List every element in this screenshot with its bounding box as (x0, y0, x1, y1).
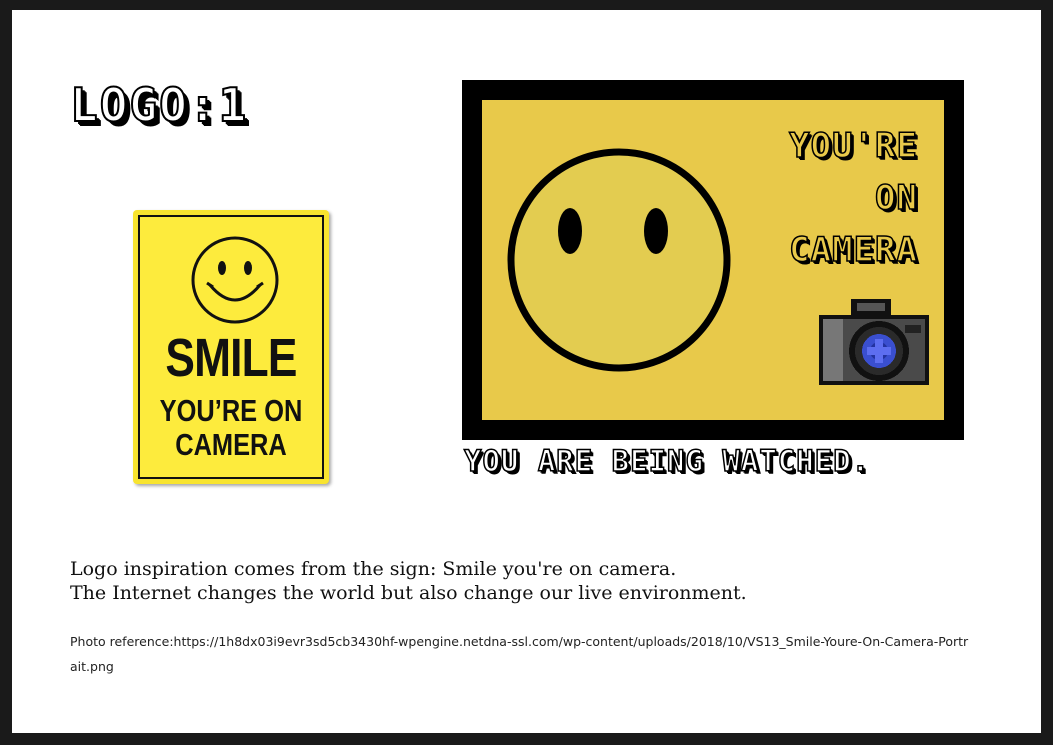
logo-tagline: YOU ARE BEING WATCHED. (463, 443, 871, 479)
photo-reference: Photo reference:https://1h8dx03i9evr3sd5… (70, 634, 969, 674)
smiley-icon (191, 236, 279, 324)
logo-word-on: ON (874, 177, 918, 219)
description-line-2: The Internet changes the world but also … (70, 582, 747, 604)
sign-border: SMILE YOU’RE ON CAMERA (138, 215, 324, 479)
logo-panel: YOU'RE ON CAMERA (482, 100, 944, 420)
sign-line-camera: CAMERA (175, 427, 287, 462)
smile-sign-photo: SMILE YOU’RE ON CAMERA (133, 210, 329, 484)
sign-line-youre-on: YOU’RE ON (159, 393, 303, 428)
page-title: LOGO:1 (69, 77, 249, 133)
camera-icon (819, 299, 929, 385)
logo-word-camera: CAMERA (788, 229, 918, 271)
logo-design: YOU'RE ON CAMERA (462, 80, 964, 440)
sign-line-smile: SMILE (165, 328, 297, 388)
document-page: LOGO:1 SMILE YOU’RE ON CAMERA YOU'RE ON (12, 10, 1041, 733)
logo-word-youre: YOU'RE (788, 125, 918, 167)
description-line-1: Logo inspiration comes from the sign: Sm… (70, 558, 677, 580)
big-smiley-icon (507, 148, 731, 372)
description: Logo inspiration comes from the sign: Sm… (70, 557, 747, 605)
